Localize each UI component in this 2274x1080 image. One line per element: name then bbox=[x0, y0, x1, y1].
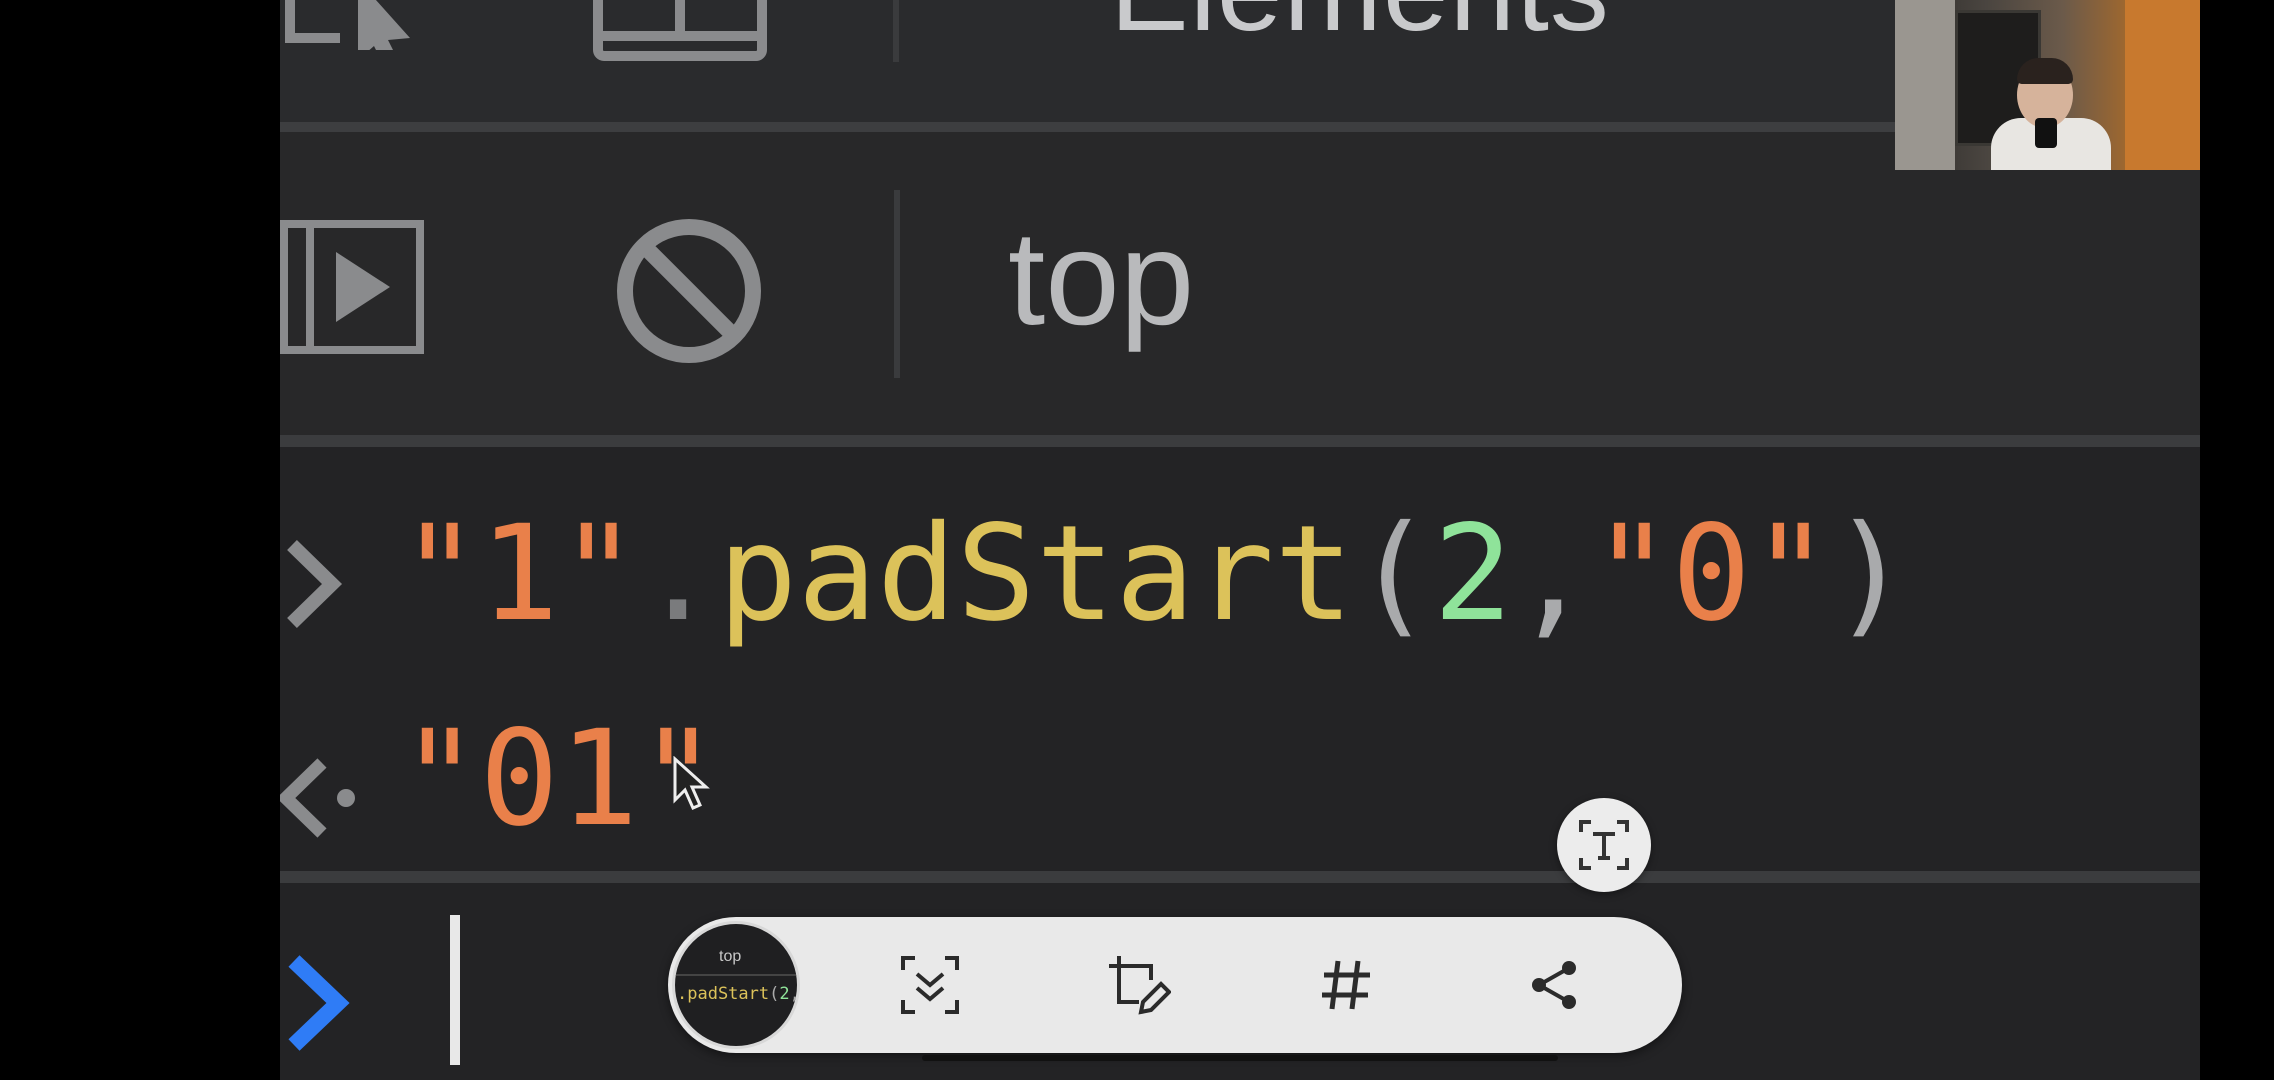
member-dot: . bbox=[638, 497, 718, 651]
webcam-background-door bbox=[2125, 0, 2200, 170]
screen: Elements top "1".padStart(2,"0") bbox=[0, 0, 2274, 1080]
argument-comma: , bbox=[1512, 497, 1593, 651]
scroll-capture-button[interactable] bbox=[890, 945, 970, 1025]
screenshot-action-bar: top .padStart(2,"0 bbox=[668, 917, 1682, 1053]
extract-text-button[interactable] bbox=[1557, 798, 1651, 892]
share-icon bbox=[1532, 961, 1576, 1009]
input-prompt-chevron-icon bbox=[287, 539, 343, 629]
tag-button[interactable] bbox=[1306, 945, 1386, 1025]
draw-crop-button[interactable] bbox=[1098, 945, 1178, 1025]
method-name: padStart bbox=[717, 497, 1354, 651]
console-toolbar: top bbox=[280, 132, 2200, 447]
thumbnail-method: .padStart bbox=[677, 984, 770, 1004]
result-arrow-icon bbox=[280, 758, 355, 838]
thumbnail-number: 2 bbox=[779, 984, 790, 1004]
open-paren: ( bbox=[1353, 497, 1434, 651]
toolbar-divider bbox=[893, 0, 899, 62]
tab-elements[interactable]: Elements bbox=[1110, 0, 1610, 58]
microphone bbox=[2035, 118, 2057, 148]
active-prompt-chevron-icon bbox=[288, 955, 350, 1051]
mouse-pointer-icon bbox=[673, 756, 710, 810]
thumbnail-paren: ( bbox=[769, 984, 780, 1004]
string-literal: "1" bbox=[400, 497, 639, 651]
result-value: "01" bbox=[400, 702, 718, 856]
close-paren: ) bbox=[1830, 497, 1911, 651]
home-indicator bbox=[922, 1055, 1558, 1061]
device-toolbar-icon[interactable] bbox=[592, 0, 768, 64]
hashtag-icon bbox=[1322, 960, 1370, 1010]
select-element-icon[interactable] bbox=[280, 0, 450, 50]
scroll-capture-icon bbox=[901, 956, 959, 1014]
toolbar-divider-line bbox=[280, 435, 2200, 447]
presenter-hair bbox=[2017, 58, 2073, 84]
thumbnail-code: .padStart(2,"0 bbox=[677, 984, 800, 1004]
draw-crop-icon bbox=[1109, 956, 1171, 1015]
clear-console-icon[interactable] bbox=[612, 214, 766, 368]
show-sidebar-icon[interactable] bbox=[280, 212, 430, 362]
console-text-caret[interactable] bbox=[450, 915, 460, 1065]
number-argument: 2 bbox=[1433, 497, 1513, 651]
console-output-line: "01" bbox=[400, 704, 718, 854]
share-button[interactable] bbox=[1514, 945, 1594, 1025]
string-argument: "0" bbox=[1592, 497, 1831, 651]
text-recognition-icon bbox=[1579, 820, 1629, 870]
thumbnail-context-label: top bbox=[719, 948, 742, 965]
execution-context-select[interactable]: top bbox=[1008, 202, 1194, 355]
thumbnail-comma: , bbox=[789, 984, 800, 1004]
console-divider-line bbox=[280, 871, 2200, 883]
toolbar-divider bbox=[894, 190, 900, 378]
webcam-background-wall bbox=[1895, 0, 1955, 170]
thumbnail-divider bbox=[675, 974, 797, 976]
webcam-inset bbox=[1895, 0, 2200, 170]
console-input-line[interactable]: "1".padStart(2,"0") bbox=[400, 499, 1910, 649]
screenshot-thumbnail[interactable]: top .padStart(2,"0 bbox=[672, 921, 800, 1049]
